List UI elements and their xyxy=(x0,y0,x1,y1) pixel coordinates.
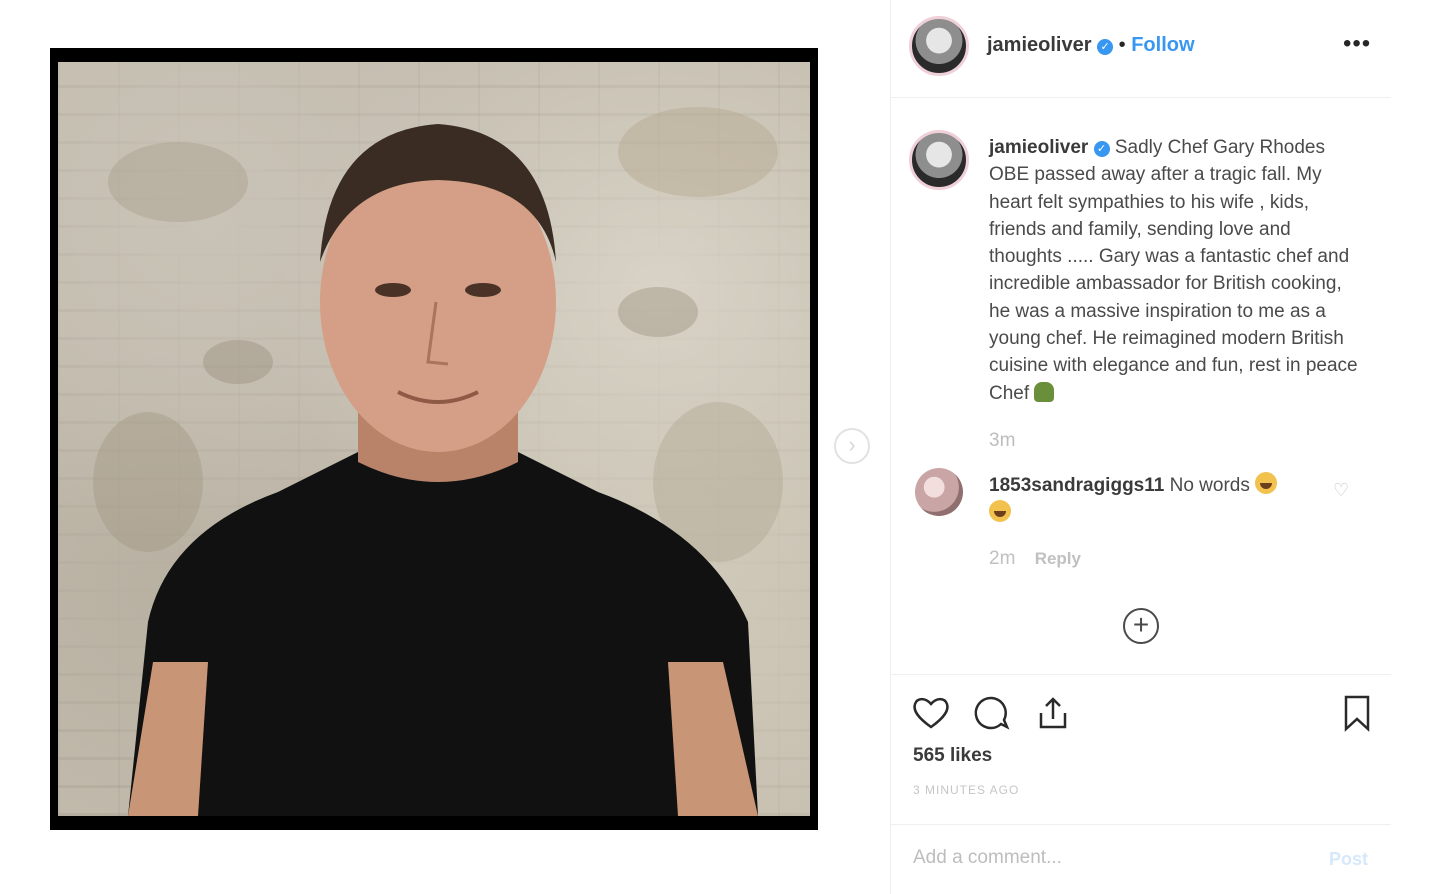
verified-badge-icon: ✓ xyxy=(1097,39,1114,55)
crying-emoji-icon xyxy=(1255,472,1278,494)
praying-emoji-icon xyxy=(1034,381,1055,402)
separator-dot: • xyxy=(1118,34,1126,56)
posted-time: 3 MINUTES AGO xyxy=(913,783,1020,797)
avatar[interactable] xyxy=(909,16,969,76)
comment-bubble-icon[interactable] xyxy=(971,693,1011,742)
like-heart-icon[interactable] xyxy=(911,693,951,742)
comment-text: 1853sandragiggs11 No words xyxy=(989,472,1319,528)
post-header: jamieoliver ✓ • Follow ••• xyxy=(891,0,1391,98)
caption-text: jamieoliver ✓ Sadly Chef Gary Rhodes OBE… xyxy=(989,134,1359,407)
caption-time: 3m xyxy=(989,430,1016,451)
post-image[interactable] xyxy=(58,62,810,816)
reply-button[interactable]: Reply xyxy=(1035,549,1081,568)
likes-count[interactable]: 565 likes xyxy=(913,745,992,767)
comment-time: 2m xyxy=(989,548,1016,569)
post-actions: 565 likes 3 MINUTES AGO xyxy=(891,674,1391,824)
commenter-avatar[interactable] xyxy=(915,468,963,516)
portrait-illustration xyxy=(93,107,783,816)
bookmark-icon[interactable] xyxy=(1337,693,1377,742)
more-options-icon[interactable]: ••• xyxy=(1343,30,1371,58)
verified-badge-icon: ✓ xyxy=(1093,141,1110,157)
comment-body: No words xyxy=(1169,475,1250,496)
share-icon[interactable] xyxy=(1033,693,1073,742)
header-user-line: jamieoliver ✓ • Follow xyxy=(987,34,1195,57)
load-more-comments-icon[interactable]: + xyxy=(1123,608,1159,644)
header-username[interactable]: jamieoliver xyxy=(987,34,1092,56)
add-comment-bar: Post xyxy=(891,824,1391,894)
post-side-panel: jamieoliver ✓ • Follow ••• jamieoliver ✓… xyxy=(890,0,1391,894)
comment-meta: 2m Reply xyxy=(989,548,1081,570)
comment-input[interactable] xyxy=(913,847,1293,869)
caption-avatar[interactable] xyxy=(909,130,969,190)
follow-button[interactable]: Follow xyxy=(1131,34,1194,56)
crying-emoji-icon xyxy=(989,500,1011,522)
next-image-arrow-icon[interactable]: › xyxy=(834,428,870,464)
caption-username[interactable]: jamieoliver xyxy=(989,137,1088,158)
commenter-username[interactable]: 1853sandragiggs11 xyxy=(989,475,1164,496)
post-comment-button[interactable]: Post xyxy=(1329,849,1368,870)
post-image-frame xyxy=(50,48,818,830)
caption-body: Sadly Chef Gary Rhodes OBE passed away a… xyxy=(989,137,1358,404)
comment-like-heart-icon[interactable]: ♡ xyxy=(1333,480,1349,501)
